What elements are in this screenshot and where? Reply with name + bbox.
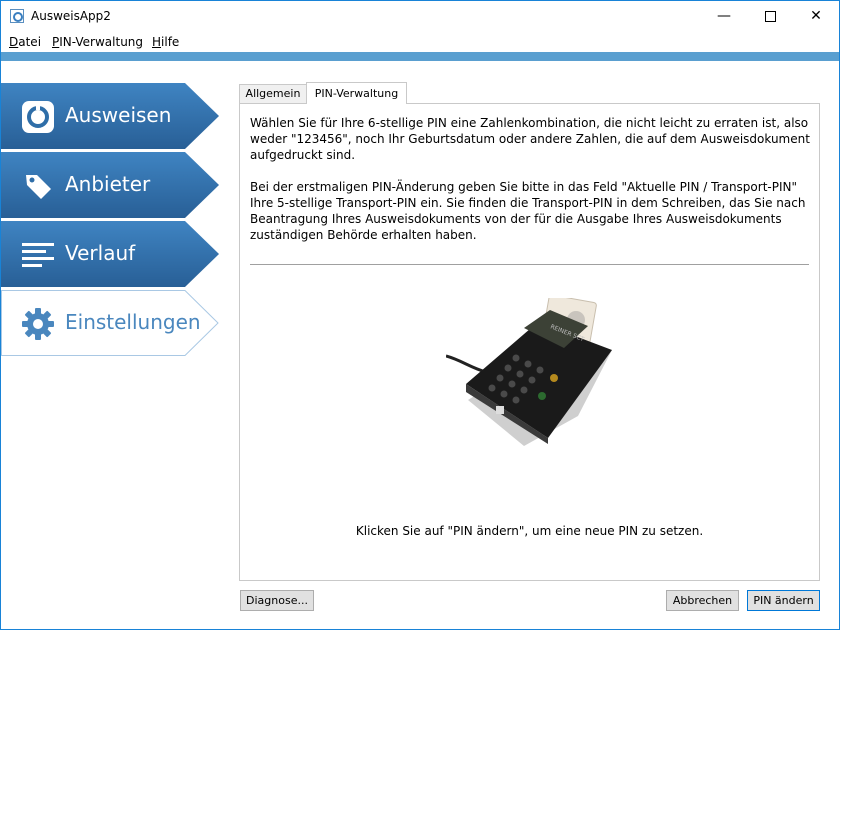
diagnose-button[interactable]: Diagnose...: [240, 590, 314, 611]
menu-mnemonic: H: [152, 35, 162, 49]
menu-mnemonic: D: [9, 35, 19, 49]
transport-pin-text: Bei der erstmaligen PIN-Änderung geben S…: [250, 180, 806, 242]
app-window: AusweisApp2 — ✕ Datei PIN-Verwaltung Hil…: [0, 0, 840, 630]
gear-icon: [22, 308, 54, 340]
sidebar-item-label: Ausweisen: [65, 103, 172, 127]
separator-line: [250, 264, 809, 265]
card-reader-image: REINER SCT: [446, 298, 612, 446]
title-bar[interactable]: AusweisApp2 — ✕: [1, 1, 839, 31]
tab-allgemein[interactable]: Allgemein: [239, 84, 307, 103]
menu-bar: Datei PIN-Verwaltung Hilfe: [1, 33, 839, 53]
sidebar-item-label: Einstellungen: [65, 310, 201, 334]
window-title: AusweisApp2: [31, 9, 111, 23]
sidebar-item-verlauf[interactable]: Verlauf: [1, 221, 219, 287]
sidebar-item-ausweisen[interactable]: Ausweisen: [1, 83, 219, 149]
accent-bar: [1, 52, 839, 61]
maximize-button[interactable]: [747, 1, 793, 31]
menu-hilfe[interactable]: Hilfe: [152, 35, 179, 49]
change-pin-hint: Klicken Sie auf "PIN ändern", um eine ne…: [355, 524, 704, 538]
menu-pin-verwaltung[interactable]: PIN-Verwaltung: [52, 35, 143, 49]
close-button[interactable]: ✕: [793, 1, 839, 31]
menu-label: atei: [18, 35, 42, 49]
cancel-button[interactable]: Abbrechen: [666, 590, 739, 611]
pin-instructions-text: Wählen Sie für Ihre 6-stellige PIN eine …: [250, 116, 810, 162]
minimize-button[interactable]: —: [701, 1, 747, 31]
tab-panel-pin-verwaltung: Wählen Sie für Ihre 6-stellige PIN eine …: [239, 103, 820, 581]
tab-pin-verwaltung[interactable]: PIN-Verwaltung: [306, 82, 407, 104]
menu-label: ilfe: [161, 35, 180, 49]
sidebar-item-label: Verlauf: [65, 241, 136, 265]
id-ring-icon: [22, 101, 54, 133]
menu-label: IN-Verwaltung: [59, 35, 144, 49]
sidebar-item-label: Anbieter: [65, 172, 151, 196]
maximize-icon: [764, 10, 776, 22]
app-logo-icon: [10, 9, 24, 23]
sidebar-item-anbieter[interactable]: Anbieter: [1, 152, 219, 218]
tag-icon: [26, 175, 51, 199]
sidebar-item-einstellungen[interactable]: Einstellungen: [1, 290, 219, 356]
list-lines-icon: [22, 243, 54, 267]
change-pin-button[interactable]: PIN ändern: [747, 590, 820, 611]
menu-datei[interactable]: Datei: [9, 35, 41, 49]
